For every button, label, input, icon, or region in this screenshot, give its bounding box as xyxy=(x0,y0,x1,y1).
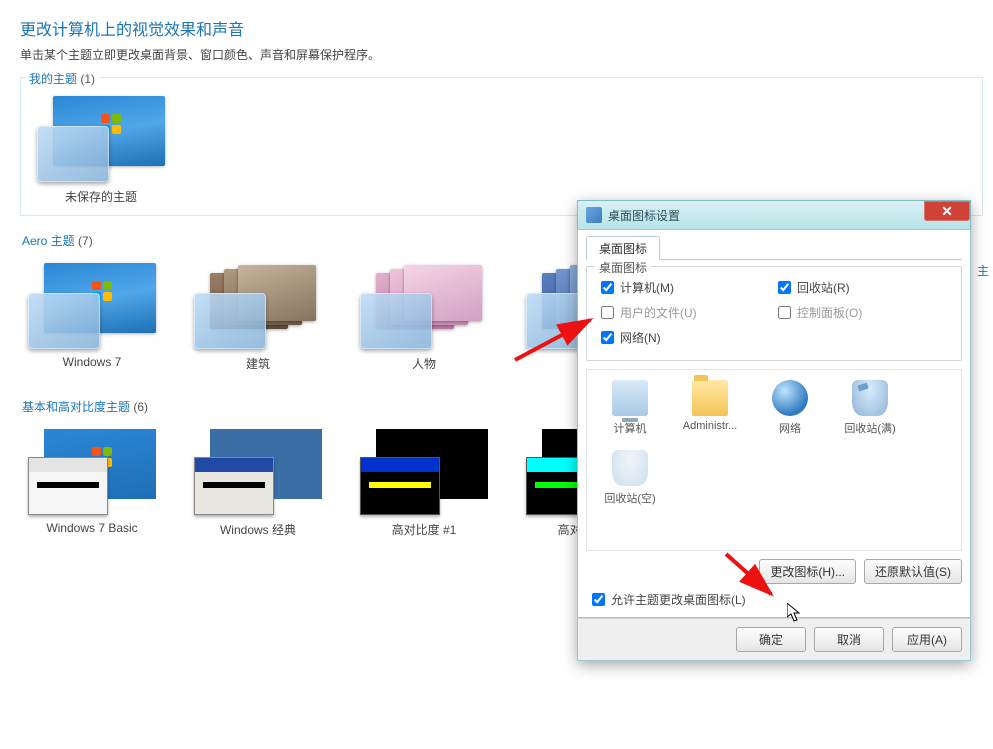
apply-button[interactable]: 应用(A) xyxy=(892,627,962,652)
dialog-icon xyxy=(586,207,602,223)
theme-classic-thumb xyxy=(194,429,322,515)
theme-unsaved[interactable]: 未保存的主题 xyxy=(31,96,171,205)
theme-people-label: 人物 xyxy=(412,355,436,372)
change-icon-button[interactable]: 更改图标(H)... xyxy=(759,559,856,584)
theme-people[interactable]: 人物 xyxy=(354,263,494,372)
theme-win7-basic[interactable]: Windows 7 Basic xyxy=(22,429,162,538)
desktop-icons-legend: 桌面图标 xyxy=(595,259,651,276)
truncated-link[interactable]: 主 xyxy=(977,262,989,279)
theme-architecture-label: 建筑 xyxy=(246,355,270,372)
theme-hc1[interactable]: 高对比度 #1 xyxy=(354,429,494,538)
page-subtitle: 单击某个主题立即更改桌面背景、窗口颜色、声音和屏幕保护程序。 xyxy=(20,46,983,63)
checkbox-recycle-input[interactable] xyxy=(778,281,791,294)
recycle-bin-full-icon xyxy=(852,380,888,416)
icon-network-label: 网络 xyxy=(779,420,801,436)
theme-hc1-thumb xyxy=(360,429,488,515)
group-basic-label: 基本和高对比度主题 xyxy=(22,400,130,414)
checkbox-controlpanel-label: 控制面板(O) xyxy=(797,304,862,321)
icon-recycle-empty[interactable]: 回收站(空) xyxy=(597,450,663,506)
checkbox-userfiles-input[interactable] xyxy=(601,306,614,319)
icon-admin-label: Administr... xyxy=(683,420,737,432)
checkbox-controlpanel-input[interactable] xyxy=(778,306,791,319)
icon-computer-label: 计算机 xyxy=(614,420,647,436)
checkbox-controlpanel[interactable]: 控制面板(O) xyxy=(774,303,951,322)
group-my-themes-label: 我的主题 xyxy=(29,72,77,86)
checkbox-network-label: 网络(N) xyxy=(620,329,661,346)
user-folder-icon xyxy=(692,380,728,416)
cancel-button[interactable]: 取消 xyxy=(814,627,884,652)
theme-unsaved-label: 未保存的主题 xyxy=(65,188,137,205)
checkbox-network-input[interactable] xyxy=(601,331,614,344)
allow-themes-checkbox-input[interactable] xyxy=(592,593,605,606)
icon-preview-grid: 计算机 Administr... 网络 回收站(满) 回收站(空) xyxy=(586,369,962,551)
theme-classic-label: Windows 经典 xyxy=(220,521,296,538)
icon-computer[interactable]: 计算机 xyxy=(597,380,663,436)
checkbox-computer-input[interactable] xyxy=(601,281,614,294)
theme-windows7-thumb xyxy=(28,263,156,349)
theme-windows7-label: Windows 7 xyxy=(63,355,122,369)
ok-button[interactable]: 确定 xyxy=(736,627,806,652)
theme-unsaved-thumb xyxy=(37,96,165,182)
close-button[interactable]: ✕ xyxy=(924,201,970,221)
theme-people-thumb xyxy=(360,263,488,349)
icon-recycle-empty-label: 回收站(空) xyxy=(604,490,655,506)
icon-recycle-full[interactable]: 回收站(满) xyxy=(837,380,903,436)
dialog-title: 桌面图标设置 xyxy=(608,207,680,224)
group-aero-label: Aero 主题 xyxy=(22,234,75,248)
checkbox-network[interactable]: 网络(N) xyxy=(597,328,774,347)
theme-windows7[interactable]: Windows 7 xyxy=(22,263,162,372)
theme-hc1-label: 高对比度 #1 xyxy=(392,521,457,538)
icon-action-buttons: 更改图标(H)... 还原默认值(S) xyxy=(586,559,962,584)
checkbox-userfiles[interactable]: 用户的文件(U) xyxy=(597,303,774,322)
desktop-icons-checkbox-group: 桌面图标 计算机(M) 回收站(R) 用户的文件(U) xyxy=(586,266,962,361)
theme-win7-basic-label: Windows 7 Basic xyxy=(46,521,137,535)
group-aero-count: (7) xyxy=(78,234,93,248)
network-icon xyxy=(772,380,808,416)
computer-icon xyxy=(612,380,648,416)
allow-themes-label: 允许主题更改桌面图标(L) xyxy=(611,591,746,608)
page-title: 更改计算机上的视觉效果和声音 xyxy=(20,16,983,40)
desktop-icon-settings-dialog: 桌面图标设置 ✕ 桌面图标 桌面图标 计算机(M) 回收站(R) xyxy=(577,200,971,661)
icon-network[interactable]: 网络 xyxy=(757,380,823,436)
dialog-tabbar: 桌面图标 xyxy=(586,236,962,260)
restore-defaults-button[interactable]: 还原默认值(S) xyxy=(864,559,962,584)
recycle-bin-empty-icon xyxy=(612,450,648,486)
checkbox-recycle-label: 回收站(R) xyxy=(797,279,850,296)
dialog-titlebar[interactable]: 桌面图标设置 ✕ xyxy=(577,200,971,229)
allow-themes-checkbox[interactable]: 允许主题更改桌面图标(L) xyxy=(588,590,962,609)
theme-architecture[interactable]: 建筑 xyxy=(188,263,328,372)
theme-win7-basic-thumb xyxy=(28,429,156,515)
checkbox-computer-label: 计算机(M) xyxy=(620,279,674,296)
close-icon: ✕ xyxy=(941,203,953,220)
dialog-body: 桌面图标 桌面图标 计算机(M) 回收站(R) 用户的文件(U) xyxy=(577,229,971,618)
checkbox-computer[interactable]: 计算机(M) xyxy=(597,278,774,297)
group-basic-count: (6) xyxy=(133,400,148,414)
group-my-themes-legend: 我的主题 (1) xyxy=(25,70,99,87)
checkbox-userfiles-label: 用户的文件(U) xyxy=(620,304,697,321)
dialog-footer: 确定 取消 应用(A) xyxy=(577,618,971,661)
icon-recycle-full-label: 回收站(满) xyxy=(844,420,895,436)
theme-architecture-thumb xyxy=(194,263,322,349)
group-my-themes-count: (1) xyxy=(80,72,95,86)
personalization-page: 更改计算机上的视觉效果和声音 单击某个主题立即更改桌面背景、窗口颜色、声音和屏幕… xyxy=(0,0,993,749)
icon-admin[interactable]: Administr... xyxy=(677,380,743,436)
checkbox-recycle[interactable]: 回收站(R) xyxy=(774,278,951,297)
theme-classic[interactable]: Windows 经典 xyxy=(188,429,328,538)
tab-desktop-icons[interactable]: 桌面图标 xyxy=(586,236,660,260)
group-my-themes: 我的主题 (1) 未保存的主题 xyxy=(20,77,983,216)
